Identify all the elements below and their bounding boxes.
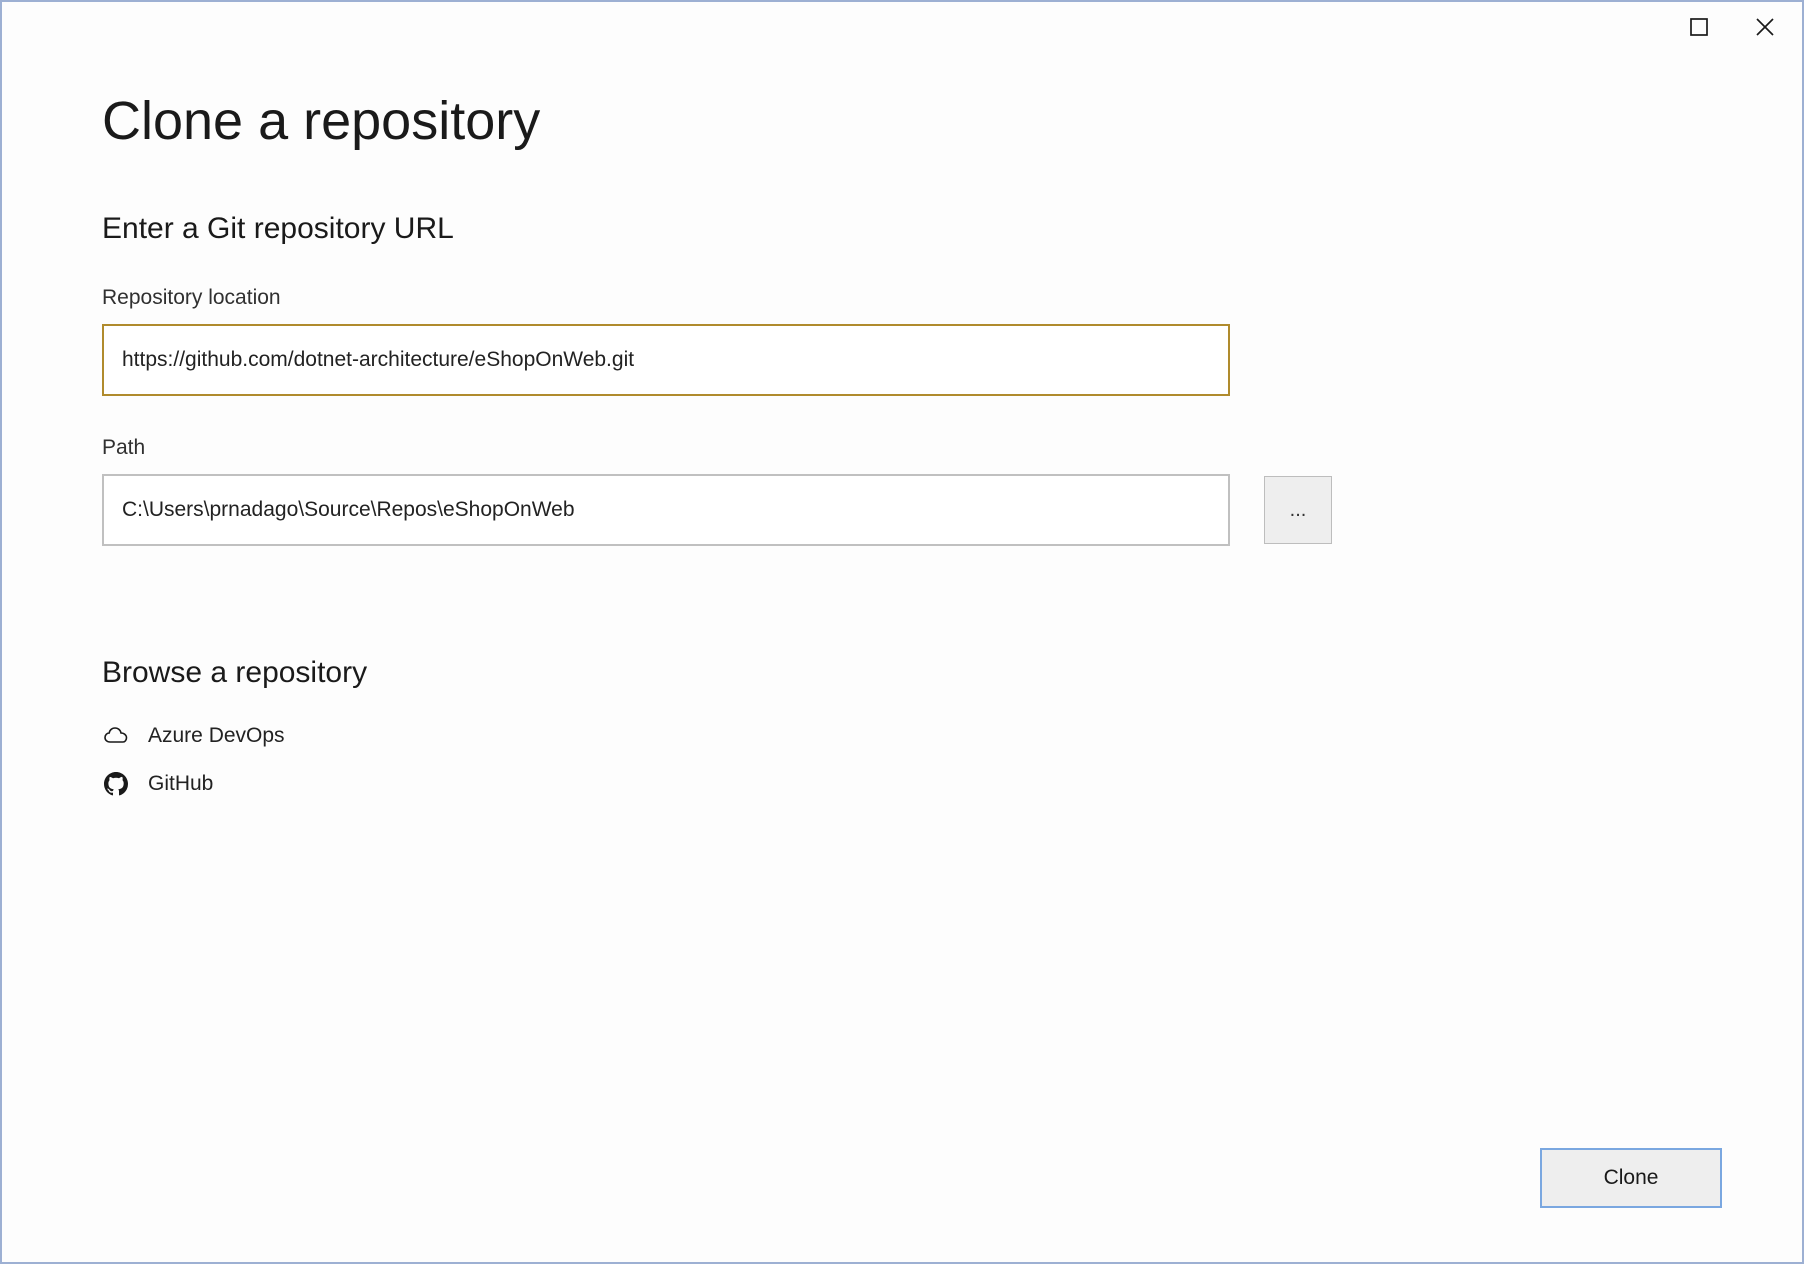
content-area: Clone a repository Enter a Git repositor… xyxy=(2,50,1802,1262)
titlebar xyxy=(2,2,1802,50)
footer: Clone xyxy=(1540,1148,1722,1208)
clone-repository-window: Clone a repository Enter a Git repositor… xyxy=(0,0,1804,1264)
cloud-icon xyxy=(102,722,130,750)
path-input[interactable] xyxy=(102,474,1230,546)
browse-path-button[interactable]: ... xyxy=(1264,476,1332,544)
path-label: Path xyxy=(102,436,1702,460)
maximize-icon xyxy=(1685,13,1713,41)
azure-devops-label: Azure DevOps xyxy=(148,724,285,748)
repository-location-input[interactable] xyxy=(102,324,1230,396)
maximize-button[interactable] xyxy=(1676,12,1722,42)
repository-location-group: Repository location xyxy=(102,286,1702,396)
close-icon xyxy=(1751,13,1779,41)
clone-button[interactable]: Clone xyxy=(1540,1148,1722,1208)
browse-repository-heading: Browse a repository xyxy=(102,656,1702,690)
github-link[interactable]: GitHub xyxy=(102,760,1702,808)
enter-url-heading: Enter a Git repository URL xyxy=(102,212,1702,246)
github-icon xyxy=(102,770,130,798)
browse-repository-section: Browse a repository Azure DevOps GitHub xyxy=(102,656,1702,808)
path-group: Path ... xyxy=(102,436,1702,546)
azure-devops-link[interactable]: Azure DevOps xyxy=(102,712,1702,760)
page-title: Clone a repository xyxy=(102,90,1702,152)
repository-location-label: Repository location xyxy=(102,286,1702,310)
github-label: GitHub xyxy=(148,772,213,796)
close-button[interactable] xyxy=(1742,12,1788,42)
